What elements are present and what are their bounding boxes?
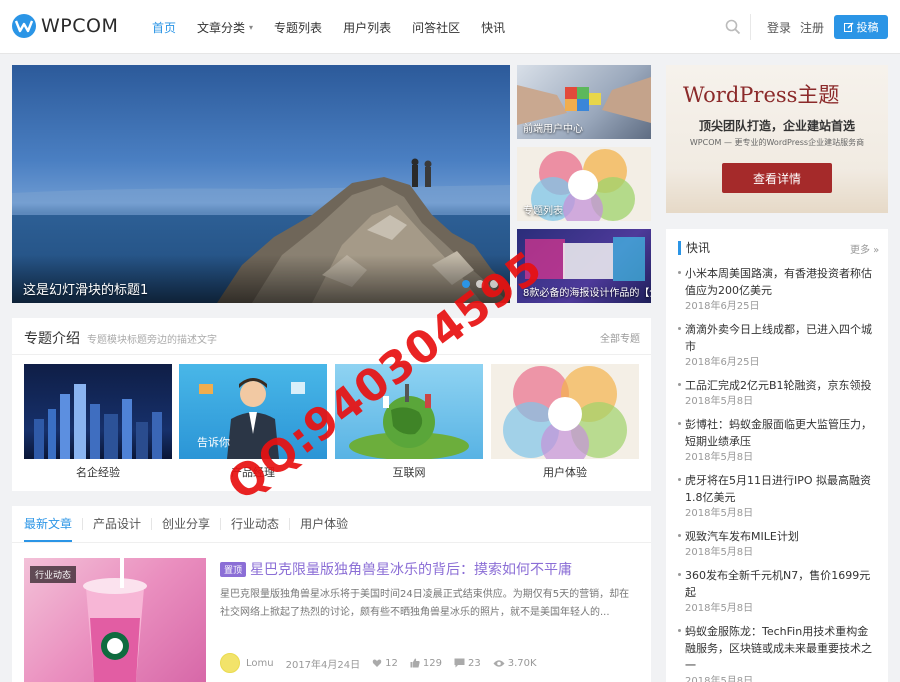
topic-name[interactable]: 产品经理 [179,464,327,480]
wordpress-theme-ad[interactable]: WordPress主题 顶尖团队打造，企业建站首选 WPCOM — 更专业的Wo… [666,65,888,213]
flash-title: 快讯 [678,241,710,255]
slide-title[interactable]: 这是幻灯滑块的标题1 [23,279,148,298]
topics-description: 专题模块标题旁边的描述文字 [87,335,217,346]
feature-posters[interactable]: 8款必备的海报设计作品的【全... [517,229,651,303]
post-date: 2017年4月24日 [285,659,361,671]
topic-name[interactable]: 互联网 [335,464,483,480]
topic-card[interactable] [491,364,639,459]
slider-dot[interactable] [490,280,498,288]
nav-home[interactable]: 首页 [152,0,176,54]
ad-view-details-button[interactable]: 查看详情 [722,163,832,193]
list-item[interactable]: 工品汇完成2亿元B1轮融资，京东领投 2018年5月8日 [678,377,878,410]
topic-card[interactable] [335,364,483,459]
post-views: 3.70K [493,658,537,669]
wpcom-logo-icon [12,14,36,38]
list-item[interactable]: 蚂蚁金服陈龙：TechFin用技术重构金融服务，区块链或成未来最重要技术之一 20… [678,623,878,682]
globe-image [349,384,469,459]
logo-text: WPCOM [41,15,119,37]
post-tabs: 最新文章 产品设计 创业分享 行业动态 用户体验 [24,506,358,542]
flash-list: 小米本周美国路演，有香港投资者称估值应为200亿美元 2018年6月25日 滴滴外… [678,265,878,682]
nav-categories[interactable]: 文章分类 ▾ [197,0,253,54]
post-comments[interactable]: 23 [454,658,481,669]
list-item[interactable]: 滴滴外卖今日上线成都，已进入四个城市 2018年6月25日 [678,321,878,371]
topics-section: 专题介绍 专题模块标题旁边的描述文字 全部专题 名企经验 告诉你 产品经理 互联… [12,318,651,491]
slider-dots [462,280,504,288]
post-category-badge[interactable]: 行业动态 [30,566,77,583]
topic-card[interactable] [24,364,172,459]
eye-icon [493,659,505,667]
topic-overlay-text: 告诉你 [197,436,230,449]
nav-users[interactable]: 用户列表 [343,0,391,54]
nav-topics[interactable]: 专题列表 [274,0,322,54]
list-item[interactable]: 观致汽车发布MILE计划 2018年5月8日 [678,528,878,561]
logo[interactable]: WPCOM [12,14,118,38]
topic-card[interactable]: 告诉你 [179,364,327,459]
heart-icon [372,659,382,667]
feature-topics[interactable]: 专题列表 [517,147,651,221]
slider-dot[interactable] [462,280,470,288]
hero-slider[interactable]: 这是幻灯滑块的标题1 [12,65,510,303]
tab-ux[interactable]: 用户体验 [290,518,358,530]
search-icon[interactable] [724,18,742,36]
submit-post-button[interactable]: 投稿 [834,15,888,39]
nav-qa[interactable]: 问答社区 [412,0,460,54]
post-likes[interactable]: 12 [372,658,398,669]
thumbs-up-icon [410,658,420,668]
topics-title: 专题介绍 [24,331,80,347]
ad-subtitle: 顶尖团队打造，企业建站首选 [698,119,855,133]
topic-name[interactable]: 名企经验 [24,464,172,480]
register-link[interactable]: 注册 [800,19,824,36]
divider [12,542,651,543]
all-topics-link[interactable]: 全部专题 [600,330,640,345]
comment-icon [454,658,465,668]
avatar[interactable] [220,653,240,673]
post-excerpt: 星巴克限量版独角兽星冰乐将于美国时间24日凌晨正式结束供应。为期仅有5天的营销，… [220,589,630,618]
feature-caption: 专题列表 [523,206,563,217]
topic-name[interactable]: 用户体验 [491,464,639,480]
slider-dot[interactable] [476,280,484,288]
city-skyline-image [34,384,162,459]
latest-posts-section: 最新文章 产品设计 创业分享 行业动态 用户体验 行业动态 置顶 星巴克限量版独… [12,506,651,682]
list-item[interactable]: 虎牙将在5月11日进行IPO 拟最高融资1.8亿美元 2018年5月8日 [678,472,878,522]
tab-product-design[interactable]: 产品设计 [83,518,153,530]
site-header: WPCOM 首页 文章分类 ▾ 专题列表 用户列表 问答社区 快讯 登录 注册 投… [0,0,900,54]
list-item[interactable]: 彭博社：蚂蚁金服面临更大监管压力，短期业绩承压 2018年5月8日 [678,416,878,466]
slider-image [12,158,510,303]
tab-latest[interactable]: 最新文章 [24,518,84,530]
tab-startup[interactable]: 创业分享 [152,518,222,530]
ad-description: WPCOM — 更专业的WordPress企业建站服务商 [689,138,865,147]
flash-more-link[interactable]: 更多 » [850,241,879,256]
login-link[interactable]: 登录 [767,19,791,36]
post-title[interactable]: 星巴克限量版独角兽星冰乐的背后：摸索如何不平庸 [250,559,572,579]
list-item[interactable]: 360发布全新千元机N7，售价1699元起 2018年5月8日 [678,567,878,617]
ad-title: WordPress主题 [683,83,840,107]
feature-caption: 前端用户中心 [523,124,583,135]
chevron-down-icon: ▾ [249,22,254,32]
divider [12,354,651,355]
feature-caption: 8款必备的海报设计作品的【全... [523,288,651,299]
venn-diagram-image [503,366,627,459]
list-item[interactable]: 小米本周美国路演，有香港投资者称估值应为200亿美元 2018年6月25日 [678,265,878,315]
post-favorites[interactable]: 129 [410,658,442,669]
nav-flash[interactable]: 快讯 [481,0,505,54]
edit-icon [843,22,853,32]
post-meta: Lomu 2017年4月24日 12 129 23 3.70K [220,653,549,673]
main-nav: 首页 文章分类 ▾ 专题列表 用户列表 问答社区 快讯 [152,0,526,54]
flash-news-panel: 快讯 更多 » 小米本周美国路演，有香港投资者称估值应为200亿美元 2018年6… [666,229,888,682]
sticky-badge: 置顶 [220,562,247,577]
post-author[interactable]: Lomu [246,658,274,669]
tab-industry[interactable]: 行业动态 [221,518,291,530]
post-thumbnail[interactable]: 行业动态 [24,558,206,682]
header-divider [750,14,751,40]
feature-user-center[interactable]: 前端用户中心 [517,65,651,139]
